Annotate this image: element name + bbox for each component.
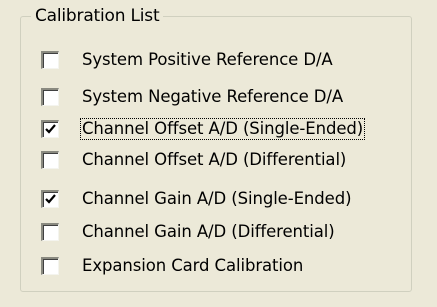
check-icon	[45, 194, 56, 204]
checkbox[interactable]	[41, 88, 59, 106]
checkbox-label[interactable]: Expansion Card Calibration	[80, 255, 305, 277]
group-title: Calibration List	[31, 4, 164, 28]
checkbox[interactable]	[41, 120, 59, 138]
checkbox-item-channel-offset-single-ended[interactable]: Channel Offset A/D (Single-Ended)	[41, 116, 366, 142]
checkbox-label[interactable]: Channel Offset A/D (Single-Ended)	[80, 118, 366, 140]
checkbox-item-channel-gain-differential[interactable]: Channel Gain A/D (Differential)	[41, 219, 337, 245]
checkbox[interactable]	[41, 257, 59, 275]
checkbox-item-expansion-card-calibration[interactable]: Expansion Card Calibration	[41, 253, 305, 279]
checkbox-label[interactable]: Channel Gain A/D (Single-Ended)	[80, 188, 353, 210]
checkbox-item-system-negative-reference[interactable]: System Negative Reference D/A	[41, 84, 345, 110]
checkbox-label[interactable]: Channel Gain A/D (Differential)	[80, 221, 337, 243]
checkbox[interactable]	[41, 151, 59, 169]
checkbox[interactable]	[41, 51, 59, 69]
checkbox-item-system-positive-reference[interactable]: System Positive Reference D/A	[41, 47, 335, 73]
checkbox-label[interactable]: System Positive Reference D/A	[80, 49, 335, 71]
check-icon	[45, 124, 56, 134]
checkbox-item-channel-gain-single-ended[interactable]: Channel Gain A/D (Single-Ended)	[41, 186, 353, 212]
checkbox-label[interactable]: Channel Offset A/D (Differential)	[80, 149, 348, 171]
checkbox[interactable]	[41, 223, 59, 241]
checkbox-item-channel-offset-differential[interactable]: Channel Offset A/D (Differential)	[41, 147, 348, 173]
checkbox[interactable]	[41, 190, 59, 208]
checkbox-label[interactable]: System Negative Reference D/A	[80, 86, 345, 108]
